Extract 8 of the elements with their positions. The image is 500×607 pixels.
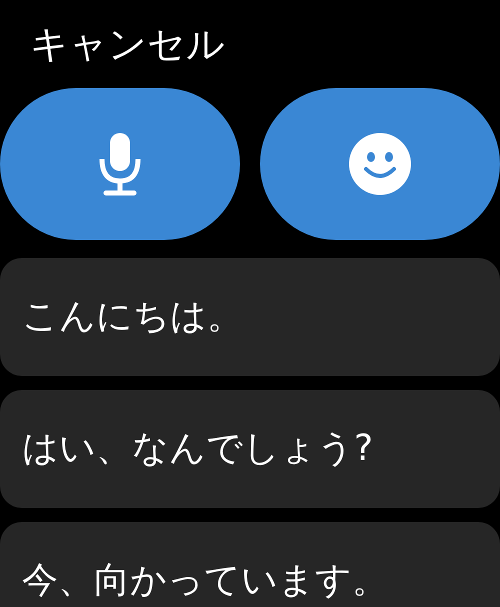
reply-option[interactable]: 今、向かっています。: [0, 522, 500, 607]
smiley-icon: [349, 133, 411, 195]
reply-option[interactable]: はい、なんでしょう?: [0, 390, 500, 508]
dictation-button[interactable]: [0, 88, 240, 240]
emoji-button[interactable]: [260, 88, 500, 240]
cancel-button[interactable]: キャンセル: [30, 25, 225, 63]
reply-option[interactable]: こんにちは。: [0, 258, 500, 376]
microphone-icon: [98, 131, 142, 197]
